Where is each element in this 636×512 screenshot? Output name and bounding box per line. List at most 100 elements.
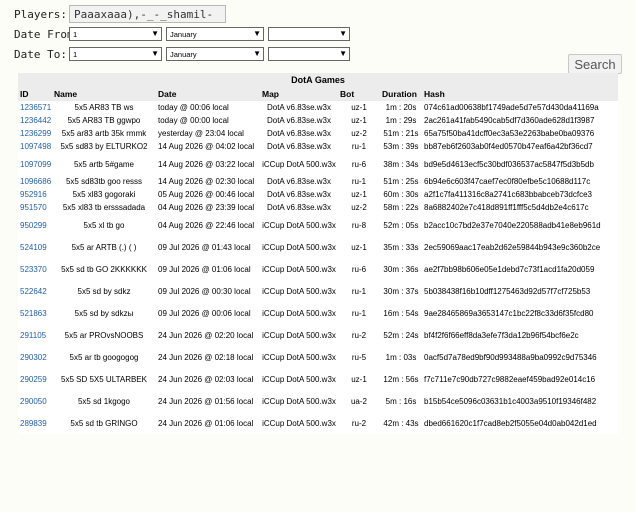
table-row: 1236442 5x5 AR83 TB ggwpo today @ 00:00 lo… xyxy=(18,114,618,127)
game-id-link-cell: 1097099 xyxy=(18,153,52,175)
game-id-link[interactable]: 524109 xyxy=(20,243,47,252)
table-row: 524109 5x5 ar ARTB (.) ( ) 09 Jul 2026 @ 0… xyxy=(18,236,618,258)
search-button[interactable]: Search xyxy=(568,54,622,74)
to-day-select[interactable]: 1 ▼ xyxy=(69,47,162,61)
game-id-link-cell: 950299 xyxy=(18,214,52,236)
game-hash-cell: ae2f7bb98b606e05e1debd7c73f1acd1fa20d059 xyxy=(422,258,618,280)
game-duration-cell: 53m : 39s xyxy=(380,140,422,153)
table-row: 951570 5x5 xl83 tb ersssadada 04 Aug 2026 … xyxy=(18,201,618,214)
game-map-cell: iCCup DotA 500.w3x xyxy=(260,324,338,346)
table-row: 1236571 5x5 AR83 TB ws today @ 00:06 local… xyxy=(18,101,618,114)
game-bot-cell: uz-1 xyxy=(338,368,380,390)
game-duration-cell: 51m : 21s xyxy=(380,127,422,140)
game-date-cell: 09 Jul 2026 @ 01:43 local xyxy=(156,236,260,258)
table-row: 289839 5x5 sd tb GRINGO 24 Jun 2026 @ 01:0… xyxy=(18,412,618,434)
game-hash-cell: b2acc10c7bd2e37e7040e220588adb41e8eb961d xyxy=(422,214,618,236)
game-id-link[interactable]: 291105 xyxy=(20,331,46,340)
game-date-cell: 09 Jul 2026 @ 01:06 local xyxy=(156,258,260,280)
game-id-link[interactable]: 951570 xyxy=(20,203,47,212)
game-duration-cell: 52m : 05s xyxy=(380,214,422,236)
game-id-link[interactable]: 1096686 xyxy=(20,177,51,186)
game-name-cell: 5x5 sd83tb goo resss xyxy=(52,175,156,188)
game-map-cell: iCCup DotA 500.w3x xyxy=(260,346,338,368)
from-year-select[interactable]: ▼ xyxy=(268,27,350,41)
game-bot-cell: ru-2 xyxy=(338,412,380,434)
to-year-select[interactable]: ▼ xyxy=(268,47,350,61)
chevron-down-icon: ▼ xyxy=(339,49,347,58)
col-header-date[interactable]: Date xyxy=(156,87,260,101)
game-id-link[interactable]: 1097498 xyxy=(20,142,51,151)
game-duration-cell: 52m : 24s xyxy=(380,324,422,346)
game-id-link[interactable]: 952916 xyxy=(20,190,47,199)
game-id-link[interactable]: 523370 xyxy=(20,265,47,274)
game-date-cell: 04 Aug 2026 @ 22:46 local xyxy=(156,214,260,236)
game-id-link-cell: 1236299 xyxy=(18,127,52,140)
col-header-hash[interactable]: Hash xyxy=(422,87,618,101)
to-month-select[interactable]: January ▼ xyxy=(166,47,264,61)
table-row: 523370 5x5 sd tb GO 2KKKKKK 09 Jul 2026 @ … xyxy=(18,258,618,280)
game-hash-cell: bf4f2f6f66eff8da3efe7f3da12b96f54bcf6e2c xyxy=(422,324,618,346)
game-duration-cell: 42m : 43s xyxy=(380,412,422,434)
game-bot-cell: ru-1 xyxy=(338,140,380,153)
game-date-cell: 09 Jul 2026 @ 00:06 local xyxy=(156,302,260,324)
game-name-cell: 5x5 sd tb GO 2KKKKKK xyxy=(52,258,156,280)
game-name-cell: 5x5 sd tb GRINGO xyxy=(52,412,156,434)
col-header-duration[interactable]: Duration xyxy=(380,87,422,101)
game-bot-cell: uz-2 xyxy=(338,127,380,140)
game-duration-cell: 30m : 36s xyxy=(380,258,422,280)
game-date-cell: 14 Aug 2026 @ 03:22 local xyxy=(156,153,260,175)
game-name-cell: 5x5 sd by sdkz xyxy=(52,280,156,302)
from-month-select[interactable]: January ▼ xyxy=(166,27,264,41)
game-id-link[interactable]: 290259 xyxy=(20,375,47,384)
game-name-cell: 5x5 ar83 artb 35k rmmk xyxy=(52,127,156,140)
game-id-link[interactable]: 290050 xyxy=(20,397,47,406)
game-hash-cell: 8a6882402e7c418d891ff1fff5c5d4db2e4c617c xyxy=(422,201,618,214)
col-header-id[interactable]: ID xyxy=(18,87,52,101)
game-id-link[interactable]: 290302 xyxy=(20,353,47,362)
table-row: 1097099 5x5 artb 5#game 14 Aug 2026 @ 03:2… xyxy=(18,153,618,175)
filter-form: Players: Paaaxaaa),-_-_shamil-_-_ Date F… xyxy=(14,4,354,64)
game-map-cell: DotA v6.83se.w3x xyxy=(260,127,338,140)
game-name-cell: 5x5 xl tb go xyxy=(52,214,156,236)
from-day-select[interactable]: 1 ▼ xyxy=(69,27,162,41)
game-id-link[interactable]: 1236299 xyxy=(20,129,51,138)
game-duration-cell: 1m : 03s xyxy=(380,346,422,368)
players-input[interactable]: Paaaxaaa),-_-_shamil-_-_ xyxy=(69,5,226,34)
game-bot-cell: uz-1 xyxy=(338,101,380,114)
chevron-down-icon: ▼ xyxy=(253,29,261,38)
game-date-cell: 05 Aug 2026 @ 00:46 local xyxy=(156,188,260,201)
col-header-bot[interactable]: Bot xyxy=(338,87,380,101)
game-hash-cell: 2ac261a41fab5490cab5df7d360ade628d1f3987 xyxy=(422,114,618,127)
table-row: 290259 5x5 SD 5X5 ULTARBEK 24 Jun 2026 @ 0… xyxy=(18,368,618,390)
game-bot-cell: ua-2 xyxy=(338,390,380,412)
game-id-link[interactable]: 521863 xyxy=(20,309,47,318)
game-name-cell: 5x5 ar PROvsNOOBS xyxy=(52,324,156,346)
game-id-link[interactable]: 522642 xyxy=(20,287,47,296)
table-row: 290302 5x5 ar tb googogog 24 Jun 2026 @ 02… xyxy=(18,346,618,368)
col-header-map[interactable]: Map xyxy=(260,87,338,101)
table-row: 291105 5x5 ar PROvsNOOBS 24 Jun 2026 @ 02:… xyxy=(18,324,618,346)
game-id-link[interactable]: 950299 xyxy=(20,221,47,230)
game-bot-cell: ru-6 xyxy=(338,258,380,280)
date-to-label: Date To: xyxy=(14,47,67,61)
col-header-name[interactable]: Name xyxy=(52,87,156,101)
game-id-link[interactable]: 289839 xyxy=(20,419,47,428)
to-day-value: 1 xyxy=(73,49,78,59)
game-id-link[interactable]: 1236571 xyxy=(20,103,51,112)
game-id-link-cell: 1096686 xyxy=(18,175,52,188)
game-hash-cell: b15b54ce5096c03631b1c4003a9510f19346f482 xyxy=(422,390,618,412)
game-id-link[interactable]: 1097099 xyxy=(20,160,51,169)
game-map-cell: DotA v6.83se.w3x xyxy=(260,188,338,201)
game-date-cell: today @ 00:06 local xyxy=(156,101,260,114)
game-hash-cell: f7c711e7c90db727c9882eaef459bad92e014c16 xyxy=(422,368,618,390)
game-duration-cell: 30m : 37s xyxy=(380,280,422,302)
game-id-link-cell: 523370 xyxy=(18,258,52,280)
game-hash-cell: 074c61ad00638bf1749ade5d7e57d430da41169a xyxy=(422,101,618,114)
game-map-cell: iCCup DotA 500.w3x xyxy=(260,302,338,324)
game-hash-cell: bd9e5d4613ecf5c30bdf036537ac5847f5d3b5db xyxy=(422,153,618,175)
game-id-link[interactable]: 1236442 xyxy=(20,116,51,125)
game-name-cell: 5x5 xl83 tb ersssadada xyxy=(52,201,156,214)
game-name-cell: 5x5 sd by sdkzы xyxy=(52,302,156,324)
game-id-link-cell: 522642 xyxy=(18,280,52,302)
game-duration-cell: 5m : 16s xyxy=(380,390,422,412)
